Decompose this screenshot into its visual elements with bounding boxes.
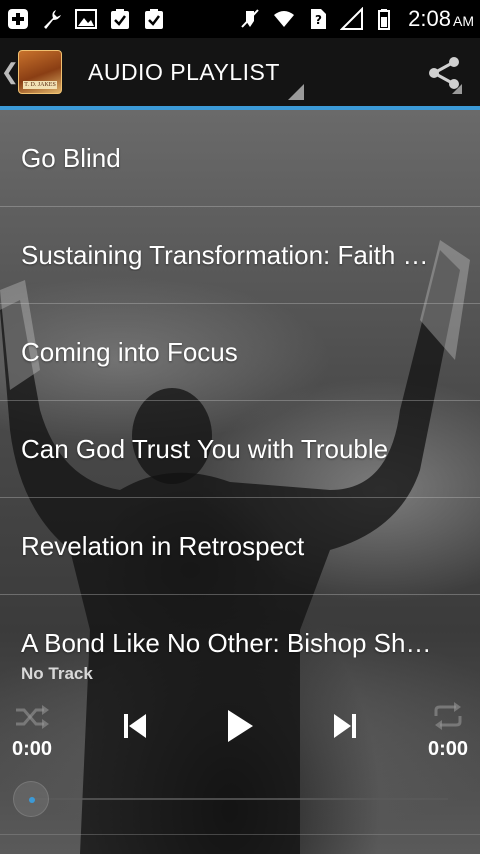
- duration-time: 0:00: [427, 738, 468, 760]
- signal-icon: [340, 7, 364, 30]
- playlist-item-title: Coming into Focus: [21, 336, 238, 367]
- playlist-item-title: Go Blind: [21, 142, 121, 173]
- seek-bar[interactable]: [32, 798, 448, 800]
- clipboard-check-icon: [111, 9, 129, 29]
- app-logo-caption: T. D. JAKES: [23, 81, 57, 89]
- playlist-item-title: A Bond Like No Other: Bishop Sh…: [21, 627, 432, 658]
- playlist-item-title: Sustaining Transformation: Faith Works: [21, 239, 441, 270]
- shuffle-icon[interactable]: [14, 704, 50, 730]
- mute-icon: [241, 9, 259, 28]
- clock-time: 2:08: [408, 6, 451, 31]
- playlist-item-title: Revelation in Retrospect: [21, 530, 305, 561]
- next-icon[interactable]: [332, 712, 358, 740]
- seek-thumb[interactable]: [13, 781, 49, 817]
- status-clock: 2:08 AM: [408, 6, 474, 32]
- app-logo[interactable]: T. D. JAKES: [18, 50, 62, 94]
- now-playing-title: No Track: [21, 664, 93, 683]
- wifi-icon: [274, 11, 295, 27]
- overflow-indicator-icon: [452, 84, 462, 94]
- playlist-item[interactable]: Go Blind: [0, 110, 480, 207]
- clipboard-check-icon: [145, 9, 163, 29]
- up-chevron-icon[interactable]: ❮: [1, 38, 19, 106]
- play-icon[interactable]: [225, 708, 255, 744]
- repeat-icon[interactable]: [432, 702, 464, 730]
- playlist-item[interactable]: Revelation in Retrospect: [0, 498, 480, 595]
- svg-text:?: ?: [315, 13, 322, 27]
- add-icon: [8, 9, 28, 29]
- playlist-item-title: Can God Trust You with Trouble: [21, 433, 389, 464]
- elapsed-time: 0:00: [12, 738, 53, 760]
- playlist-item[interactable]: Coming into Focus: [0, 304, 480, 401]
- seek-thumb-dot: [29, 797, 35, 803]
- playlist: Go Blind Sustaining Transformation: Fait…: [0, 110, 480, 658]
- spinner-indicator-icon: [288, 84, 304, 100]
- action-bar: ❮ T. D. JAKES AUDIO PLAYLIST: [0, 38, 480, 106]
- previous-icon[interactable]: [122, 712, 148, 740]
- battery-icon: [378, 9, 391, 30]
- image-icon: [75, 9, 97, 29]
- playlist-item[interactable]: Sustaining Transformation: Faith Works: [0, 207, 480, 304]
- playlist-item[interactable]: Can God Trust You with Trouble: [0, 401, 480, 498]
- clock-ampm: AM: [453, 13, 474, 29]
- playlist-item[interactable]: A Bond Like No Other: Bishop Sh…: [0, 595, 480, 658]
- no-sim-icon: ?: [311, 9, 327, 29]
- bottom-divider: [0, 834, 480, 835]
- page-title[interactable]: AUDIO PLAYLIST: [88, 59, 280, 86]
- status-bar: ? 2:08 AM: [0, 0, 480, 38]
- wrench-icon: [44, 10, 61, 29]
